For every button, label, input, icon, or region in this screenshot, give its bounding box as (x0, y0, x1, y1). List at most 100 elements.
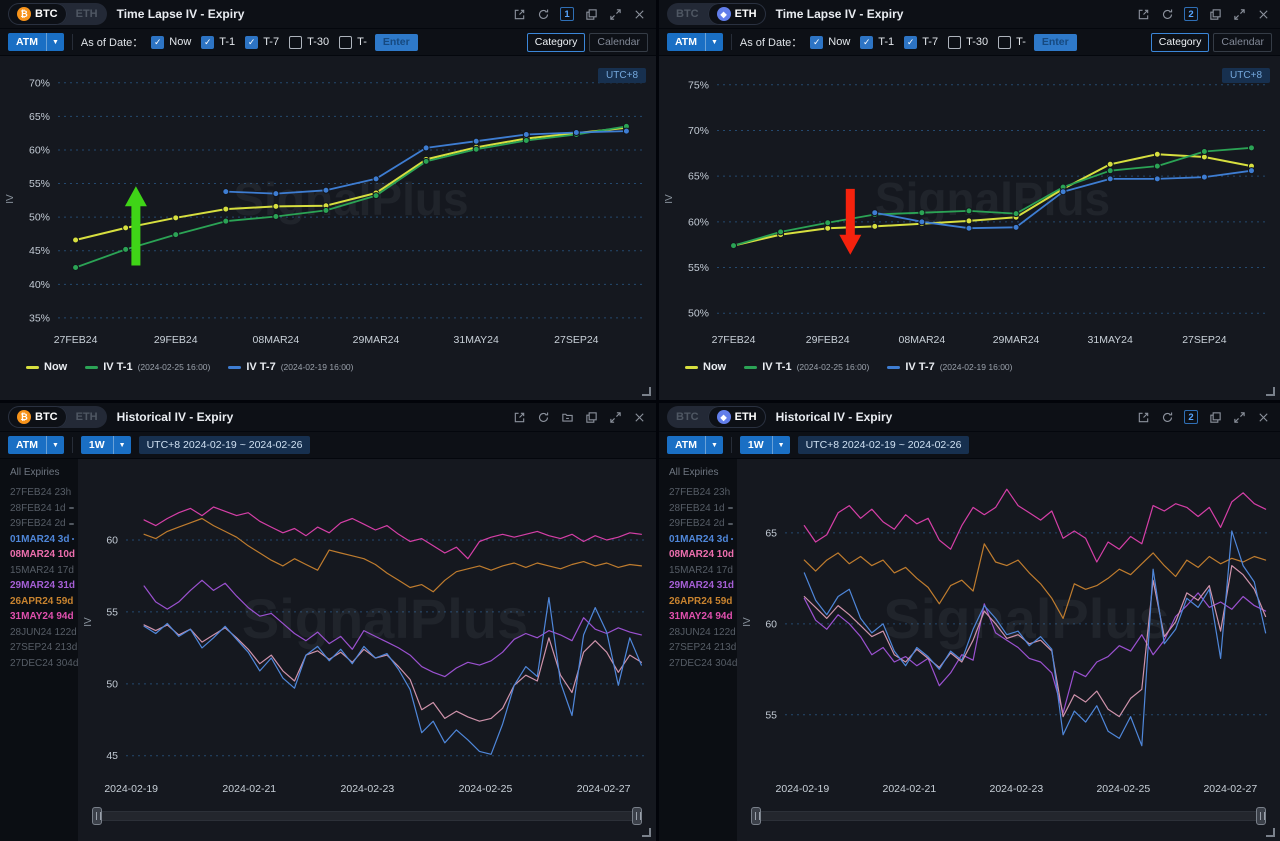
tab-eth[interactable]: ETH (67, 406, 107, 428)
category-view-button[interactable]: Category (1151, 33, 1210, 52)
refresh-icon[interactable] (536, 7, 550, 21)
data-point[interactable] (1201, 148, 1207, 154)
expiry-list-item[interactable]: 15MAR24 17d (10, 563, 74, 579)
resize-handle[interactable] (1266, 387, 1275, 396)
expand-icon[interactable] (1232, 7, 1246, 21)
data-point[interactable] (223, 206, 229, 212)
data-point[interactable] (966, 218, 972, 224)
checkbox-unchecked-icon[interactable] (998, 36, 1011, 49)
strike-select[interactable]: ATM ▼ (667, 436, 723, 454)
data-point[interactable] (778, 229, 784, 235)
expiry-list-item[interactable]: 26APR24 59d (10, 594, 74, 610)
legend-item[interactable]: IV T-7(2024-02-19 16:00) (228, 361, 353, 373)
data-point[interactable] (523, 131, 529, 137)
expand-icon[interactable] (608, 410, 622, 424)
open-external-icon[interactable] (1136, 7, 1150, 21)
data-point[interactable] (1013, 224, 1019, 230)
close-icon[interactable] (632, 410, 646, 424)
calendar-view-button[interactable]: Calendar (589, 33, 648, 52)
expiry-list-item[interactable]: 08MAR24 10d (10, 547, 74, 563)
data-point[interactable] (1248, 145, 1254, 151)
data-point[interactable] (825, 220, 831, 226)
checkbox-now[interactable]: ✓Now (151, 36, 191, 49)
expiry-list-item[interactable]: 01MAR24 3d (669, 532, 733, 548)
strike-select[interactable]: ATM ▼ (8, 33, 64, 51)
expiry-list-item[interactable]: 28JUN24 122d (669, 625, 733, 641)
legend-item[interactable]: Now (26, 361, 67, 373)
expiry-list-item[interactable]: 27SEP24 213d (669, 640, 733, 656)
checkbox-checked-icon[interactable]: ✓ (810, 36, 823, 49)
expiry-list-item[interactable]: 27DEC24 304d (10, 656, 74, 672)
expiry-list-item[interactable]: 31MAY24 94d (669, 609, 733, 625)
data-point[interactable] (523, 138, 529, 144)
data-point[interactable] (273, 191, 279, 197)
expiry-list-item[interactable]: 27DEC24 304d (669, 656, 733, 672)
period-select[interactable]: 1W ▼ (740, 436, 790, 454)
data-point[interactable] (966, 208, 972, 214)
data-point[interactable] (1107, 161, 1113, 167)
expiry-list-item[interactable]: 15MAR24 17d (669, 563, 733, 579)
window-number-badge[interactable]: 2 (1184, 7, 1198, 21)
duplicate-icon[interactable] (584, 410, 598, 424)
slider-handle-left[interactable] (92, 807, 102, 825)
checkbox-t-30[interactable]: T-30 (289, 36, 329, 49)
data-point[interactable] (373, 193, 379, 199)
tab-btc[interactable]: BTC (667, 406, 708, 428)
data-point[interactable] (1154, 151, 1160, 157)
refresh-icon[interactable] (1160, 7, 1174, 21)
data-point[interactable] (1154, 163, 1160, 169)
data-point[interactable] (223, 218, 229, 224)
duplicate-icon[interactable] (584, 7, 598, 21)
slider-track[interactable] (92, 811, 642, 821)
refresh-icon[interactable] (536, 410, 550, 424)
checkbox-t-30[interactable]: T-30 (948, 36, 988, 49)
data-point[interactable] (473, 146, 479, 152)
checkbox-t-7[interactable]: ✓T-7 (904, 36, 938, 49)
legend-item[interactable]: IV T-1(2024-02-25 16:00) (744, 361, 869, 373)
slider-handle-right[interactable] (632, 807, 642, 825)
checkbox-checked-icon[interactable]: ✓ (201, 36, 214, 49)
expiry-list-item[interactable]: 27FEB24 23h (669, 485, 733, 501)
slider-handle-right[interactable] (1256, 807, 1266, 825)
legend-item[interactable]: Now (685, 361, 726, 373)
data-point[interactable] (73, 265, 79, 271)
close-icon[interactable] (1256, 410, 1270, 424)
expiry-list-item[interactable]: 28JUN24 122d (10, 625, 74, 641)
data-point[interactable] (223, 189, 229, 195)
resize-handle[interactable] (642, 828, 651, 837)
data-point[interactable] (919, 219, 925, 225)
data-point[interactable] (323, 207, 329, 213)
expiry-list-item[interactable]: 01MAR24 3d (10, 532, 74, 548)
legend-item[interactable]: IV T-1(2024-02-25 16:00) (85, 361, 210, 373)
tab-eth[interactable]: ◆ETH (708, 406, 766, 428)
checkbox-t-1[interactable]: ✓T-1 (201, 36, 235, 49)
expand-icon[interactable] (1232, 410, 1246, 424)
tab-eth[interactable]: ETH (67, 3, 107, 25)
data-point[interactable] (423, 158, 429, 164)
checkbox-unchecked-icon[interactable] (948, 36, 961, 49)
data-point[interactable] (1248, 168, 1254, 174)
checkbox-t-[interactable]: T- (339, 36, 367, 49)
checkbox-unchecked-icon[interactable] (339, 36, 352, 49)
data-point[interactable] (1107, 176, 1113, 182)
data-point[interactable] (373, 176, 379, 182)
close-icon[interactable] (1256, 7, 1270, 21)
data-point[interactable] (173, 215, 179, 221)
data-point[interactable] (623, 128, 629, 134)
expiry-list-item[interactable]: 27FEB24 23h (10, 485, 74, 501)
custom-days-input[interactable]: Enter (1034, 34, 1077, 51)
period-select[interactable]: 1W ▼ (81, 436, 131, 454)
expiry-list-item[interactable]: 29FEB24 2d (10, 516, 74, 532)
data-point[interactable] (872, 223, 878, 229)
data-point[interactable] (1107, 168, 1113, 174)
data-point[interactable] (123, 225, 129, 231)
expiry-list-item[interactable]: 31MAY24 94d (10, 609, 74, 625)
category-view-button[interactable]: Category (527, 33, 586, 52)
slider-handle-left[interactable] (751, 807, 761, 825)
expiry-list-item[interactable]: 08MAR24 10d (669, 547, 733, 563)
data-point[interactable] (73, 237, 79, 243)
checkbox-t-[interactable]: T- (998, 36, 1026, 49)
expiry-list-item[interactable]: 29FEB24 2d (669, 516, 733, 532)
refresh-icon[interactable] (1160, 410, 1174, 424)
open-external-icon[interactable] (512, 7, 526, 21)
